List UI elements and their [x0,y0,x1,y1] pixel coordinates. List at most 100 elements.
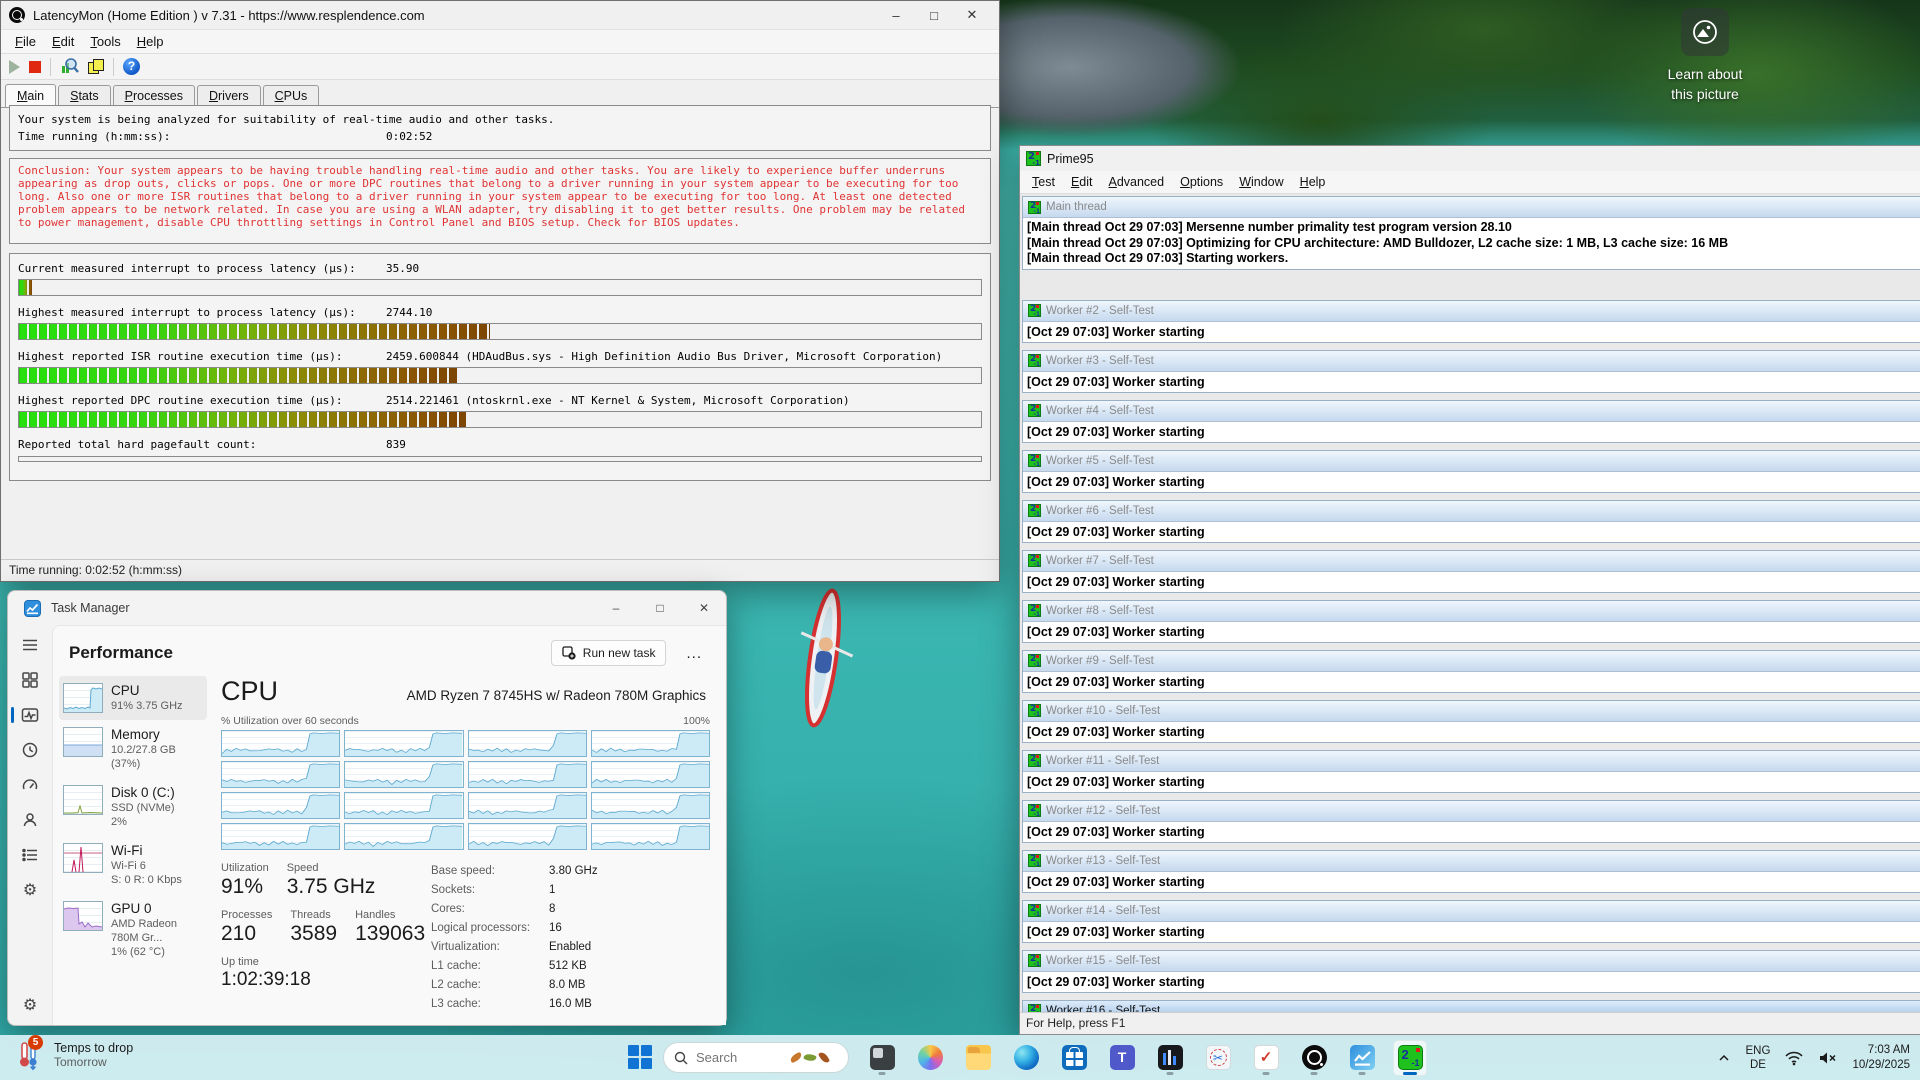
nav-app-history-icon[interactable] [13,735,47,765]
worker-titlebar[interactable]: 2-1 Worker #3 - Self-Test [1023,351,1920,372]
worker-titlebar[interactable]: 2-1 Worker #5 - Self-Test [1023,451,1920,472]
tray-chevron-up-icon[interactable] [1716,1051,1732,1065]
menu-item[interactable]: Test [1024,173,1063,191]
mini-graph [63,901,103,931]
menu-item[interactable]: Advanced [1100,173,1172,191]
menu-item[interactable]: Tools [82,32,128,51]
nav-menu-icon[interactable] [13,630,47,660]
task-manager-titlebar[interactable]: Task Manager – □ ✕ [8,591,726,625]
main-thread-titlebar[interactable]: 2-1 Main thread [1023,197,1920,218]
worker-window[interactable]: 2-1 Worker #3 - Self-Test [Oct 29 07:03]… [1022,350,1920,393]
teams-taskbar-icon[interactable]: T [1105,1040,1139,1076]
worker-window[interactable]: 2-1 Worker #13 - Self-Test [Oct 29 07:03… [1022,850,1920,893]
stop-monitor-icon[interactable] [29,61,41,73]
worker-window[interactable]: 2-1 Worker #7 - Self-Test [Oct 29 07:03]… [1022,550,1920,593]
file-explorer-taskbar-icon[interactable] [961,1040,995,1076]
nav-startup-apps-icon[interactable] [13,770,47,800]
latencymon-titlebar[interactable]: LatencyMon (Home Edition ) v 7.31 - http… [1,1,999,29]
worker-window[interactable]: 2-1 Worker #15 - Self-Test [Oct 29 07:03… [1022,950,1920,993]
monitor-app-taskbar-icon[interactable] [1153,1040,1187,1076]
help-icon[interactable]: ? [123,58,140,75]
nav-processes-icon[interactable] [13,665,47,695]
item-name: CPU [111,683,183,699]
worker-window[interactable]: 2-1 Worker #11 - Self-Test [Oct 29 07:03… [1022,750,1920,793]
search-input[interactable] [696,1050,782,1065]
worker-titlebar[interactable]: 2-1 Worker #16 - Self-Test [1023,1001,1920,1013]
performance-sidebar-item[interactable]: GPU 0 AMD Radeon 780M Gr... 1% (62 °C) [59,894,207,966]
worker-titlebar[interactable]: 2-1 Worker #2 - Self-Test [1023,301,1920,322]
performance-sidebar-item[interactable]: Disk 0 (C:) SSD (NVMe) 2% [59,778,207,836]
worker-titlebar[interactable]: 2-1 Worker #13 - Self-Test [1023,851,1920,872]
worker-titlebar[interactable]: 2-1 Worker #4 - Self-Test [1023,401,1920,422]
worker-titlebar[interactable]: 2-1 Worker #10 - Self-Test [1023,701,1920,722]
worker-titlebar[interactable]: 2-1 Worker #9 - Self-Test [1023,651,1920,672]
store-taskbar-icon[interactable] [1057,1040,1091,1076]
prime95-taskbar-icon[interactable]: 2-1 [1393,1040,1427,1076]
performance-sidebar-item[interactable]: CPU 91% 3.75 GHz [59,676,207,720]
menu-item[interactable]: File [7,32,44,51]
start-monitor-icon[interactable] [9,60,20,74]
nav-details-icon[interactable] [13,840,47,870]
worker-titlebar[interactable]: 2-1 Worker #6 - Self-Test [1023,501,1920,522]
copy-report-icon[interactable] [88,59,104,75]
worker-titlebar[interactable]: 2-1 Worker #11 - Self-Test [1023,751,1920,772]
worker-window[interactable]: 2-1 Worker #14 - Self-Test [Oct 29 07:03… [1022,900,1920,943]
language-indicator[interactable]: ENG DE [1746,1044,1771,1072]
volume-muted-icon[interactable] [1818,1050,1838,1066]
worker-window[interactable]: 2-1 Worker #2 - Self-Test [Oct 29 07:03]… [1022,300,1920,343]
worker-window[interactable]: 2-1 Worker #8 - Self-Test [Oct 29 07:03]… [1022,600,1920,643]
worker-window[interactable]: 2-1 Worker #10 - Self-Test [Oct 29 07:03… [1022,700,1920,743]
task-view-taskbar-icon[interactable] [865,1040,899,1076]
menu-item[interactable]: Options [1172,173,1231,191]
minimize-button[interactable]: – [877,6,915,25]
metric-value: 839 [386,437,406,453]
worker-window[interactable]: 2-1 Worker #9 - Self-Test [Oct 29 07:03]… [1022,650,1920,693]
tray-clock[interactable]: 7:03 AM 10/29/2025 [1852,1043,1910,1073]
maximize-button[interactable]: □ [915,6,953,25]
weather-widget[interactable]: 5 Temps to drop Tomorrow [14,1039,133,1071]
close-button[interactable]: ✕ [682,601,726,615]
worker-titlebar[interactable]: 2-1 Worker #15 - Self-Test [1023,951,1920,972]
maximize-button[interactable]: □ [638,601,682,615]
nav-services-icon[interactable]: ⚙ [13,875,47,905]
worker-titlebar[interactable]: 2-1 Worker #7 - Self-Test [1023,551,1920,572]
search-box[interactable] [663,1042,849,1073]
task-manager-taskbar-icon[interactable] [1345,1040,1379,1076]
menu-item[interactable]: Help [129,32,172,51]
analyze-magnifier-icon[interactable] [60,57,79,76]
learn-about-picture-icon[interactable] [1681,8,1729,56]
worker-titlebar[interactable]: 2-1 Worker #14 - Self-Test [1023,901,1920,922]
wifi-icon[interactable] [1784,1050,1804,1066]
worker-titlebar[interactable]: 2-1 Worker #12 - Self-Test [1023,801,1920,822]
main-thread-window[interactable]: 2-1 Main thread [Main thread Oct 29 07:0… [1022,196,1920,270]
worker-window[interactable]: 2-1 Worker #12 - Self-Test [Oct 29 07:03… [1022,800,1920,843]
menu-item[interactable]: Edit [44,32,82,51]
snipping-tool-taskbar-icon[interactable]: ✂ [1201,1040,1235,1076]
performance-sidebar-item[interactable]: Memory 10.2/27.8 GB (37%) [59,720,207,778]
close-button[interactable]: ✕ [953,5,991,25]
run-new-task-button[interactable]: Run new task [551,640,667,666]
edge-taskbar-icon[interactable] [1009,1040,1043,1076]
start-button[interactable] [628,1045,653,1070]
prime95-titlebar[interactable]: 2-1 Prime95 [1020,146,1920,171]
menu-item[interactable]: Edit [1063,173,1101,191]
worker-window[interactable]: 2-1 Worker #6 - Self-Test [Oct 29 07:03]… [1022,500,1920,543]
learn-about-picture-widget[interactable]: Learn about this picture [1645,8,1765,104]
nav-users-icon[interactable] [13,805,47,835]
more-options-button[interactable]: ... [676,641,712,666]
latencymon-tab[interactable]: Main [5,84,56,107]
settings-gear-icon[interactable]: ⚙ [8,995,52,1015]
worker-titlebar[interactable]: 2-1 Worker #8 - Self-Test [1023,601,1920,622]
performance-sidebar-item[interactable]: Wi-Fi Wi-Fi 6 S: 0 R: 0 Kbps [59,836,207,894]
worker-window[interactable]: 2-1 Worker #16 - Self-Test [Oct 29 07:03… [1022,1000,1920,1013]
checklist-app-taskbar-icon[interactable]: ✓ [1249,1040,1283,1076]
minimize-button[interactable]: – [594,601,638,615]
worker-window[interactable]: 2-1 Worker #4 - Self-Test [Oct 29 07:03]… [1022,400,1920,443]
stat-cell: Handles139063 [355,909,425,946]
nav-performance-icon[interactable] [13,700,47,730]
menu-item[interactable]: Window [1231,173,1291,191]
menu-item[interactable]: Help [1292,173,1334,191]
copilot-taskbar-icon[interactable] [913,1040,947,1076]
latencymon-taskbar-icon[interactable] [1297,1040,1331,1076]
worker-window[interactable]: 2-1 Worker #5 - Self-Test [Oct 29 07:03]… [1022,450,1920,493]
